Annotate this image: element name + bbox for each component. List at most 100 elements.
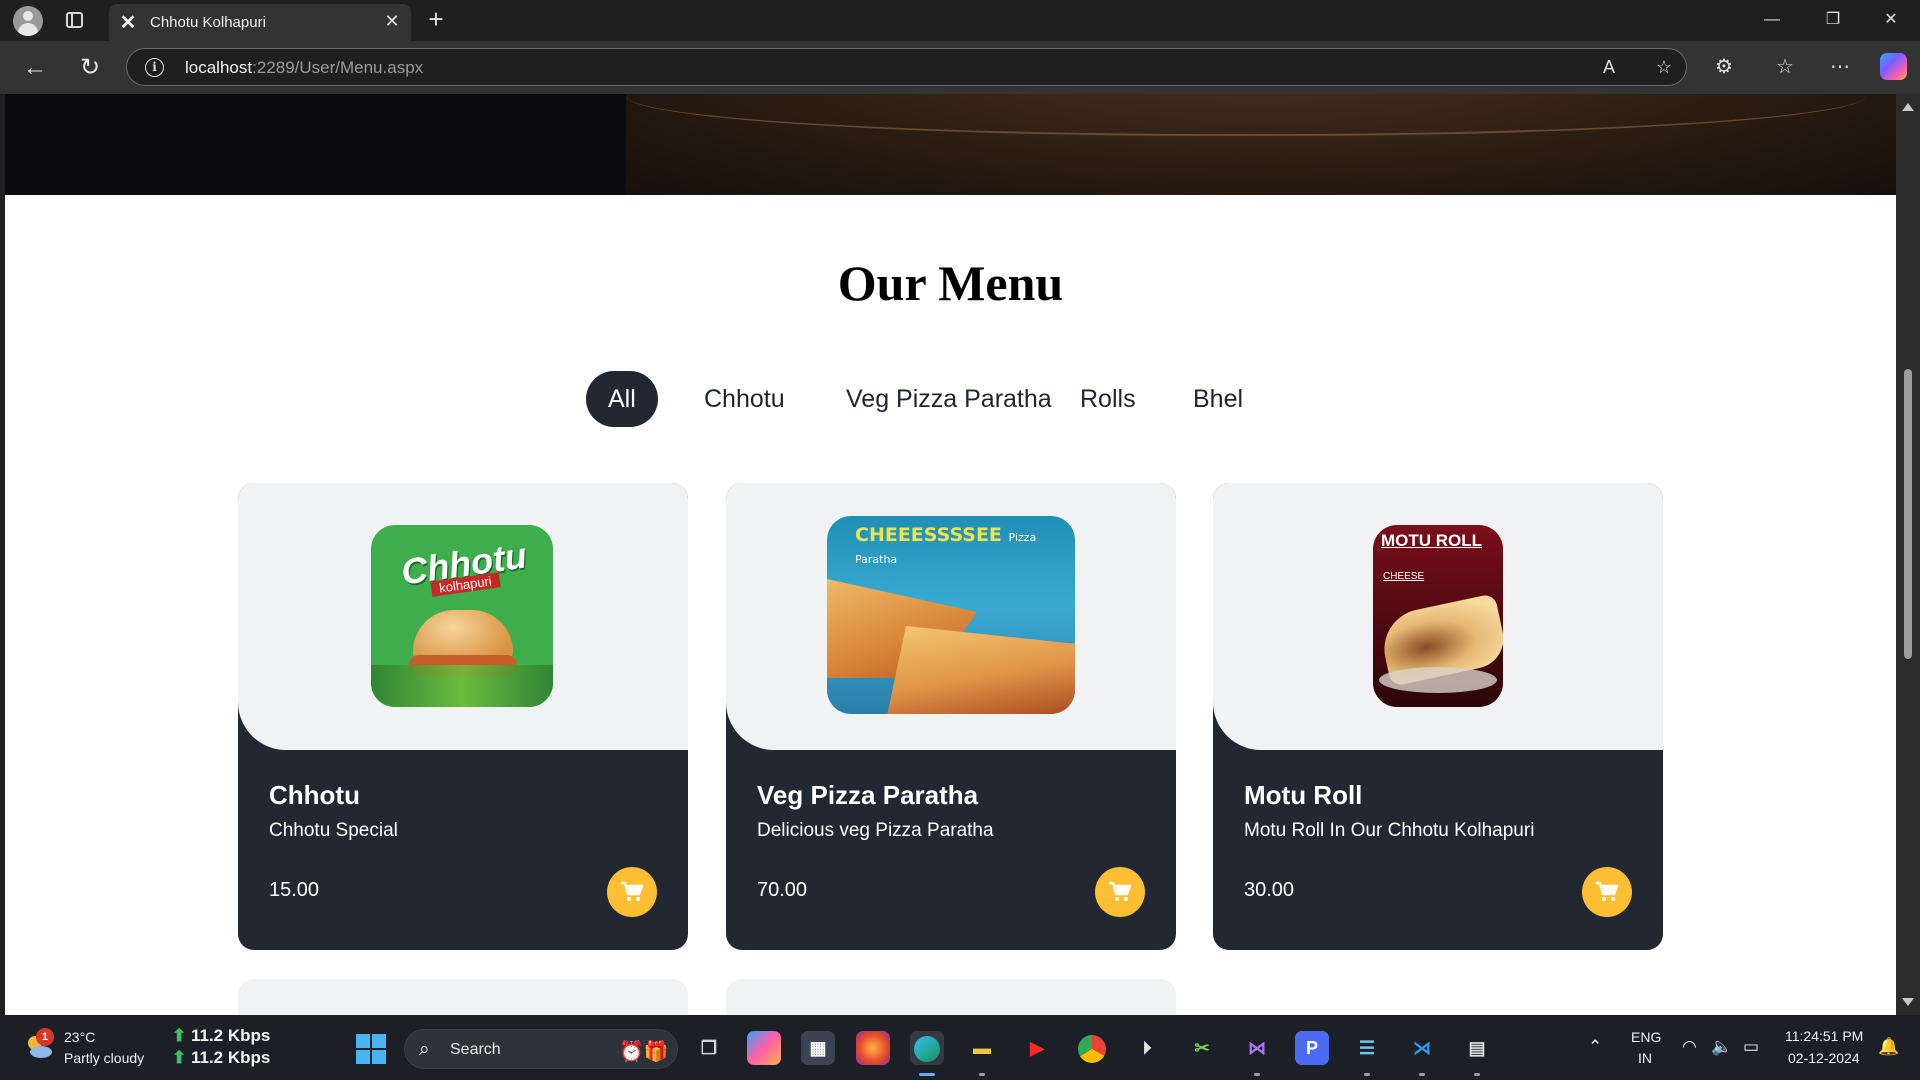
visual-studio-icon[interactable]: ⋈ [1240,1031,1274,1065]
refresh-icon[interactable]: ↻ [75,53,105,83]
sql-tool-icon[interactable]: ▤ [1460,1031,1494,1065]
close-window-icon[interactable]: ✕ [1878,7,1904,33]
add-to-cart-button[interactable] [1582,867,1632,917]
menu-card-chhotu: Chhotu kolhapuri Chhotu Chhotu Special 1… [238,483,688,950]
taskbar-indicator [1364,1073,1370,1076]
item-description: Delicious veg Pizza Paratha [757,820,994,841]
motu-roll-image: MOTU ROLL CHEESE [1373,525,1503,707]
cart-icon [1109,881,1132,901]
weather-badge: 1 [36,1028,54,1046]
item-description: Chhotu Special [269,820,398,841]
language-code[interactable]: ENG [1631,1029,1661,1045]
add-to-cart-button[interactable] [1095,867,1145,917]
item-description: Motu Roll In Our Chhotu Kolhapuri [1244,820,1535,841]
chevron-up-icon[interactable]: ⌃ [1588,1037,1602,1057]
menu-card-motu-roll: MOTU ROLL CHEESE Motu Roll Motu Roll In … [1213,483,1663,950]
taskbar-indicator [1419,1073,1425,1076]
image-banner-text: CHEEESSSSEE Pizza Paratha [855,524,1037,566]
filter-veg-pizza-paratha[interactable]: Veg Pizza Paratha [824,371,1074,427]
notifications-icon[interactable]: 🔔 [1878,1037,1899,1057]
restore-icon[interactable]: ❐ [1820,7,1846,33]
cart-icon [1596,881,1619,901]
card-image-area: Chhotu kolhapuri [238,483,688,750]
weather-description: Partly cloudy [64,1050,145,1066]
chhotu-burger-image: Chhotu kolhapuri [371,525,553,707]
language-region[interactable]: IN [1638,1050,1652,1066]
wooden-board-image [626,94,1896,195]
menu-card-partial [238,979,688,1015]
item-name: Veg Pizza Paratha [757,780,979,810]
task-view-icon[interactable]: ❐ [692,1031,726,1065]
search-icon: ⌕ [419,1039,430,1060]
more-menu-icon[interactable]: ⋯ [1826,53,1854,81]
crossed-utensils-icon: ✕ [119,12,137,34]
profile-avatar-icon[interactable] [13,6,43,36]
ms-store-icon[interactable]: ▦ [801,1031,835,1065]
image-title-text: MOTU ROLL [1381,531,1483,550]
item-price: 30.00 [1244,879,1295,901]
item-name: Chhotu [269,780,360,810]
snipping-tool-icon[interactable]: ✂ [1185,1031,1219,1065]
favorites-icon[interactable]: ☆ [1771,53,1799,81]
menu-title: Our Menu [837,255,1064,311]
page-scrollbar[interactable] [1896,94,1920,1015]
edge-icon[interactable] [910,1031,944,1065]
download-arrow-icon: ⬆ [172,1048,187,1067]
browser-tab-bar: ✕ Chhotu Kolhapuri ✕ + — ❐ ✕ [0,0,1920,41]
chrome-icon[interactable] [1075,1031,1109,1065]
copilot-icon[interactable] [1880,53,1907,80]
youtube-icon[interactable]: ▶ [1020,1031,1054,1065]
extensions-icon[interactable]: ⚙ [1710,53,1738,81]
taskbar-indicator [979,1073,985,1076]
search-label: Search [450,1041,501,1058]
scrollbar-thumb[interactable] [1904,369,1912,659]
copilot-app-icon[interactable] [747,1031,781,1065]
site-info-icon[interactable]: i [145,58,164,77]
media-player-icon[interactable]: ⏵ [1130,1031,1164,1065]
net-speed-up: ⬆ 11.2 Kbps [172,1026,271,1045]
filter-chhotu[interactable]: Chhotu [682,371,807,427]
upload-arrow-icon: ⬆ [172,1026,187,1045]
scroll-up-icon[interactable] [1902,103,1914,111]
read-aloud-icon[interactable]: A [1597,55,1621,79]
back-arrow-icon[interactable]: ← [20,53,50,83]
clock-time[interactable]: 11:24:51 PM [1785,1028,1863,1044]
battery-icon[interactable]: ▭ [1743,1037,1759,1057]
filter-rolls[interactable]: Rolls [1058,371,1158,427]
taskbar-indicator [1474,1073,1480,1076]
taskbar-search[interactable]: ⌕ Search ⏰🎁 [404,1029,678,1069]
windows-taskbar: 1 23°C Partly cloudy ⬆ 11.2 Kbps ⬆ 11.2 … [0,1015,1920,1080]
address-bar[interactable]: i localhost:2289/User/Menu.aspx A ☆ [126,48,1687,86]
new-tab-icon[interactable]: + [423,6,449,32]
close-tab-icon[interactable]: ✕ [381,10,403,32]
item-name: Motu Roll [1244,780,1363,810]
scroll-down-icon[interactable] [1902,998,1914,1006]
add-to-cart-button[interactable] [607,867,657,917]
minimize-icon[interactable]: — [1759,7,1785,33]
tab-actions-icon[interactable] [66,12,83,28]
browser-toolbar: ← ↻ i localhost:2289/User/Menu.aspx A ☆ … [0,41,1920,94]
vscode-icon[interactable]: ⋊ [1405,1031,1439,1065]
clock-date[interactable]: 02-12-2024 [1788,1050,1860,1066]
filter-all[interactable]: All [586,371,658,427]
firefox-icon[interactable] [856,1031,890,1065]
browser-tab-active[interactable]: ✕ Chhotu Kolhapuri ✕ [109,4,411,41]
url-text[interactable]: localhost:2289/User/Menu.aspx [185,58,423,78]
item-price: 15.00 [269,879,320,901]
p-app-icon[interactable]: P [1295,1031,1329,1065]
wifi-icon[interactable]: ◠ [1682,1037,1697,1057]
volume-icon[interactable]: 🔈 [1711,1037,1732,1057]
item-price: 70.00 [757,879,808,901]
taskbar-indicator [1254,1073,1260,1076]
search-highlight-icon: ⏰🎁 [619,1041,669,1063]
windows-start-icon[interactable] [356,1034,386,1064]
tab-title: Chhotu Kolhapuri [150,14,266,31]
cart-icon [621,881,644,901]
notepad-icon[interactable]: ☰ [1350,1031,1384,1065]
favorite-star-icon[interactable]: ☆ [1652,55,1676,79]
card-image-area: MOTU ROLL CHEESE [1213,483,1663,750]
card-image-area: CHEEESSSSEE Pizza Paratha [726,483,1176,750]
filter-bhel[interactable]: Bhel [1171,371,1265,427]
file-explorer-icon[interactable]: ▬ [965,1031,999,1065]
taskbar-indicator-active [919,1073,935,1076]
